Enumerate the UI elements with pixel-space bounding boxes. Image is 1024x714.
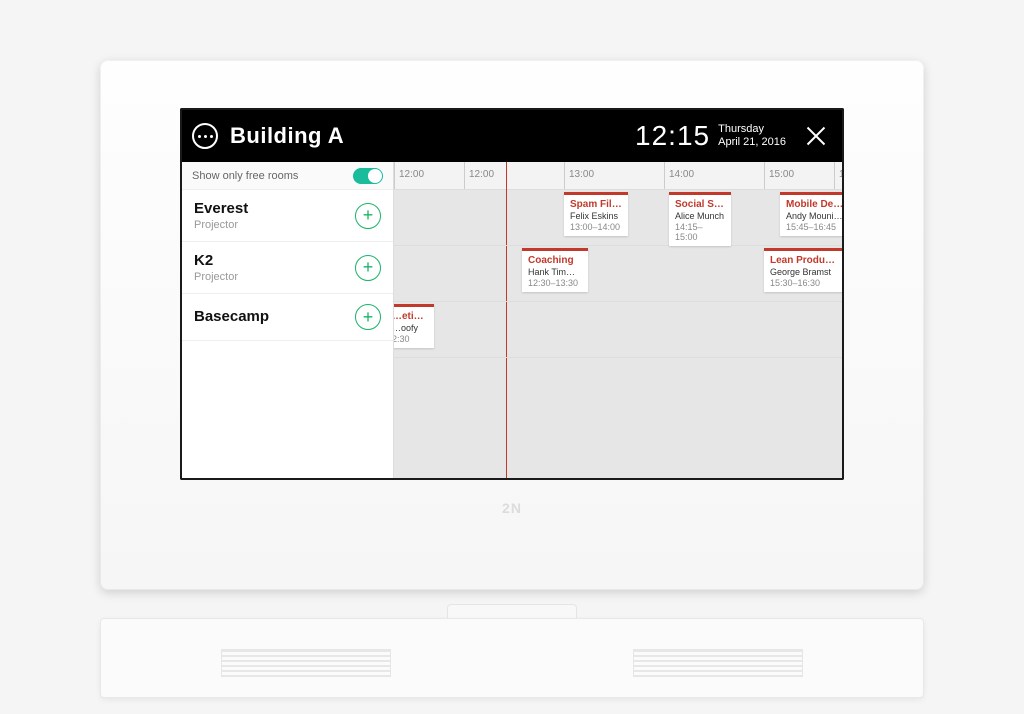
sidebar: Show only free rooms Everest Projector + — [182, 162, 394, 478]
clock-date: Thursday April 21, 2016 — [718, 123, 786, 149]
event-title: Lean Product & Lean UX — [770, 255, 840, 266]
close-icon[interactable] — [804, 124, 828, 148]
time-tick: 13:00 — [564, 162, 594, 189]
room-item-everest[interactable]: Everest Projector + — [182, 190, 393, 242]
event-time: 15:45–16:45 — [786, 222, 842, 232]
date-string: April 21, 2016 — [718, 136, 786, 149]
filter-label: Show only free rooms — [192, 170, 298, 182]
event-organizer: Alice Munch — [675, 211, 725, 221]
free-rooms-toggle[interactable] — [353, 168, 383, 184]
event-card[interactable]: Coaching Hank Timmons 12:30–13:30 — [522, 248, 588, 292]
menu-icon[interactable] — [192, 123, 218, 149]
event-title: …eting UI/UX — [394, 311, 428, 322]
room-item-basecamp[interactable]: Basecamp + — [182, 294, 393, 341]
event-time: 2:30 — [394, 334, 428, 344]
room-name: K2 — [194, 252, 238, 269]
event-organizer: George Bramst — [770, 267, 840, 277]
brand-label: 2N — [502, 500, 522, 516]
vent-left — [221, 649, 391, 677]
room-name: Everest — [194, 200, 248, 217]
filter-row: Show only free rooms — [182, 162, 393, 190]
weekday: Thursday — [718, 123, 786, 136]
event-organizer: Felix Eskins — [570, 211, 622, 221]
header-bar: Building A 12:15 Thursday April 21, 2016 — [182, 110, 842, 162]
device-base — [100, 618, 924, 698]
screen-bezel: Building A 12:15 Thursday April 21, 2016… — [180, 108, 844, 480]
event-card[interactable]: Mobile Developere… Andy Mounie… 15:45–16… — [780, 192, 842, 236]
event-title: Spam Filters — [570, 199, 622, 210]
event-card[interactable]: Lean Product & Lean UX George Bramst 15:… — [764, 248, 842, 292]
page-title: Building A — [230, 123, 344, 149]
event-time: 14:15–15:00 — [675, 222, 725, 242]
event-time: 12:30–13:30 — [528, 278, 582, 288]
add-booking-button[interactable]: + — [355, 255, 381, 281]
event-title: Coaching — [528, 255, 582, 266]
event-time: 15:30–16:30 — [770, 278, 840, 288]
clock-time: 12:15 — [635, 120, 710, 152]
time-tick: 15:00 — [764, 162, 794, 189]
event-organizer: Hank Timmons — [528, 267, 582, 277]
time-ruler: 12:00 12:00 13:00 14:00 15:00 16:00 — [394, 162, 842, 190]
event-card[interactable]: Spam Filters Felix Eskins 13:00–14:00 — [564, 192, 628, 236]
time-tick: 14:00 — [664, 162, 694, 189]
screen: Building A 12:15 Thursday April 21, 2016… — [182, 110, 842, 478]
event-organizer: Andy Mounie… — [786, 211, 842, 221]
room-name: Basecamp — [194, 308, 269, 325]
room-item-k2[interactable]: K2 Projector + — [182, 242, 393, 294]
device-frame: Building A 12:15 Thursday April 21, 2016… — [100, 60, 924, 590]
event-organizer: …oofy — [394, 323, 428, 333]
event-time: 13:00–14:00 — [570, 222, 622, 232]
add-booking-button[interactable]: + — [355, 203, 381, 229]
event-title: Social Site Monetizat… — [675, 199, 725, 210]
time-tick: 16:00 — [834, 162, 842, 189]
lane-basecamp — [394, 302, 842, 358]
vent-right — [633, 649, 803, 677]
time-tick: 12:00 — [464, 162, 494, 189]
event-card[interactable]: Social Site Monetizat… Alice Munch 14:15… — [669, 192, 731, 246]
add-booking-button[interactable]: + — [355, 304, 381, 330]
timeline[interactable]: 12:00 12:00 13:00 14:00 15:00 16:00 Spam… — [394, 162, 842, 478]
event-title: Mobile Developere… — [786, 199, 842, 210]
room-sub: Projector — [194, 219, 248, 231]
event-card[interactable]: …eting UI/UX …oofy 2:30 — [394, 304, 434, 348]
time-tick: 12:00 — [394, 162, 424, 189]
room-sub: Projector — [194, 271, 238, 283]
